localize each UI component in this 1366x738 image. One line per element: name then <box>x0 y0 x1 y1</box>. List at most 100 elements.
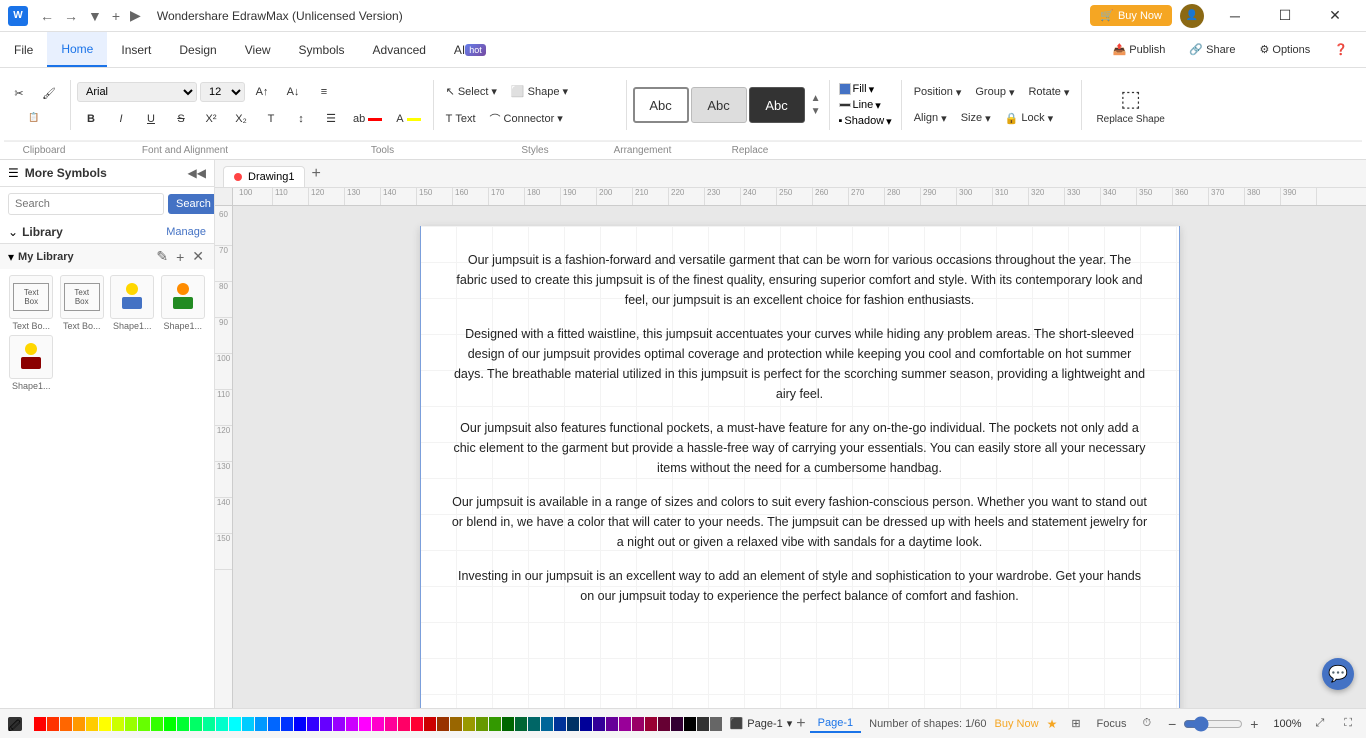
size-btn[interactable]: Size▾ <box>955 106 997 130</box>
chat-icon-btn[interactable]: 💬 <box>1322 658 1354 690</box>
superscript-btn[interactable]: X² <box>197 107 225 131</box>
palette-color[interactable] <box>268 717 280 731</box>
palette-color[interactable] <box>710 717 722 731</box>
palette-color[interactable] <box>203 717 215 731</box>
palette-color[interactable] <box>281 717 293 731</box>
palette-color[interactable] <box>73 717 85 731</box>
palette-color[interactable] <box>502 717 514 731</box>
palette-color[interactable] <box>47 717 59 731</box>
underline-btn[interactable]: U <box>137 107 165 131</box>
eyedropper-btn[interactable]: 🖉 <box>8 717 22 731</box>
palette-color[interactable] <box>671 717 683 731</box>
position-btn[interactable]: Position▾ <box>908 80 968 104</box>
palette-color[interactable] <box>645 717 657 731</box>
shape-item-2[interactable]: TextBox Text Bo... <box>59 275 106 331</box>
library-header[interactable]: ⌄ Library Manage <box>0 221 214 243</box>
palette-color[interactable] <box>34 717 46 731</box>
menu-ai[interactable]: AI hot <box>440 32 500 67</box>
font-decrease-btn[interactable]: A↓ <box>279 80 307 104</box>
buy-now-button[interactable]: 🛒 Buy Now <box>1090 5 1172 26</box>
palette-color[interactable] <box>424 717 436 731</box>
palette-color[interactable] <box>580 717 592 731</box>
buy-now-status-btn[interactable]: Buy Now <box>995 718 1039 730</box>
options-btn[interactable]: ⚙ Options <box>1249 39 1320 60</box>
palette-color[interactable] <box>372 717 384 731</box>
line-row[interactable]: Line ▾ <box>836 98 895 113</box>
shape-item-3[interactable]: Shape1... <box>109 275 156 331</box>
palette-color[interactable] <box>229 717 241 731</box>
palette-color[interactable] <box>216 717 228 731</box>
search-input[interactable] <box>8 193 164 215</box>
palette-color[interactable] <box>164 717 176 731</box>
more-btn[interactable]: ▶ <box>126 5 145 26</box>
help-btn[interactable]: ❓ <box>1324 39 1358 60</box>
clock-btn[interactable]: ⏱ <box>1137 715 1158 732</box>
menu-design[interactable]: Design <box>165 32 230 67</box>
palette-color[interactable] <box>554 717 566 731</box>
palette-color[interactable] <box>619 717 631 731</box>
palette-color[interactable] <box>515 717 527 731</box>
shape-item-5[interactable]: Shape1... <box>8 335 55 391</box>
replace-shape-btn[interactable]: ⬚ Replace Shape <box>1096 86 1164 125</box>
palette-color[interactable] <box>658 717 670 731</box>
fill-row[interactable]: Fill ▾ <box>836 82 895 97</box>
shape-item-4[interactable]: Shape1... <box>160 275 207 331</box>
menu-view[interactable]: View <box>231 32 285 67</box>
drawing1-tab[interactable]: Drawing1 <box>223 166 305 187</box>
palette-color[interactable] <box>359 717 371 731</box>
font-color-btn[interactable]: ab <box>347 107 388 131</box>
history-btn[interactable]: ▼ <box>84 5 106 26</box>
paste-btn[interactable]: 📋 <box>20 105 48 129</box>
share-btn[interactable]: 🔗 Share <box>1179 39 1245 60</box>
cut-btn[interactable]: ✂ <box>5 81 33 105</box>
palette-color[interactable] <box>593 717 605 731</box>
palette-color[interactable] <box>255 717 267 731</box>
text-align-btn[interactable]: ≡ <box>310 80 338 104</box>
close-library-btn[interactable]: ✕ <box>190 248 206 265</box>
styles-down-btn[interactable]: ▼ <box>809 106 823 117</box>
palette-color[interactable] <box>320 717 332 731</box>
fullscreen-btn[interactable]: ⛶ <box>1338 715 1358 732</box>
subscript-btn[interactable]: X₂ <box>227 107 255 131</box>
window-controls[interactable]: ─ ☐ ✕ <box>1212 0 1358 32</box>
palette-color[interactable] <box>684 717 696 731</box>
publish-btn[interactable]: 📤 Publish <box>1103 39 1176 60</box>
palette-color[interactable] <box>541 717 553 731</box>
styles-up-btn[interactable]: ▲ <box>809 93 823 104</box>
menu-advanced[interactable]: Advanced <box>359 32 440 67</box>
palette-color[interactable] <box>385 717 397 731</box>
menu-symbols[interactable]: Symbols <box>285 32 359 67</box>
menu-insert[interactable]: Insert <box>107 32 165 67</box>
menu-file[interactable]: File <box>0 32 47 67</box>
palette-color[interactable] <box>398 717 410 731</box>
sidebar-collapse-btn[interactable]: ◀◀ <box>188 166 206 180</box>
page-tab[interactable]: Page-1 <box>810 715 861 733</box>
lock-btn[interactable]: 🔒 Lock▾ <box>999 106 1059 130</box>
bold-btn[interactable]: B <box>77 107 105 131</box>
new-tab-btn[interactable]: + <box>108 5 124 26</box>
manage-link[interactable]: Manage <box>166 226 206 238</box>
palette-color[interactable] <box>86 717 98 731</box>
palette-color[interactable] <box>528 717 540 731</box>
style-box-3[interactable]: Abc <box>749 87 805 123</box>
font-size-select[interactable]: 12 <box>200 82 245 102</box>
page-indicator[interactable]: ⬛ Page-1 ▾ <box>730 717 793 730</box>
strikethrough-btn[interactable]: S <box>167 107 195 131</box>
rotate-btn[interactable]: Rotate▾ <box>1022 80 1075 104</box>
align-btn[interactable]: Align▾ <box>908 106 953 130</box>
text-btn[interactable]: T Text <box>440 107 482 131</box>
search-button[interactable]: Search <box>168 194 215 214</box>
italic-btn[interactable]: I <box>107 107 135 131</box>
palette-color[interactable] <box>242 717 254 731</box>
palette-color[interactable] <box>60 717 72 731</box>
palette-color[interactable] <box>489 717 501 731</box>
palette-color[interactable] <box>463 717 475 731</box>
edit-library-btn[interactable]: ✎ <box>154 248 170 265</box>
font-family-select[interactable]: Arial <box>77 82 197 102</box>
palette-color[interactable] <box>307 717 319 731</box>
layers-btn[interactable]: ⊞ <box>1065 715 1086 732</box>
bullet-btn[interactable]: ☰ <box>317 107 345 131</box>
palette-color[interactable] <box>476 717 488 731</box>
connector-btn[interactable]: ⌒ Connector ▾ <box>484 107 569 131</box>
focus-btn[interactable]: Focus <box>1091 716 1133 732</box>
